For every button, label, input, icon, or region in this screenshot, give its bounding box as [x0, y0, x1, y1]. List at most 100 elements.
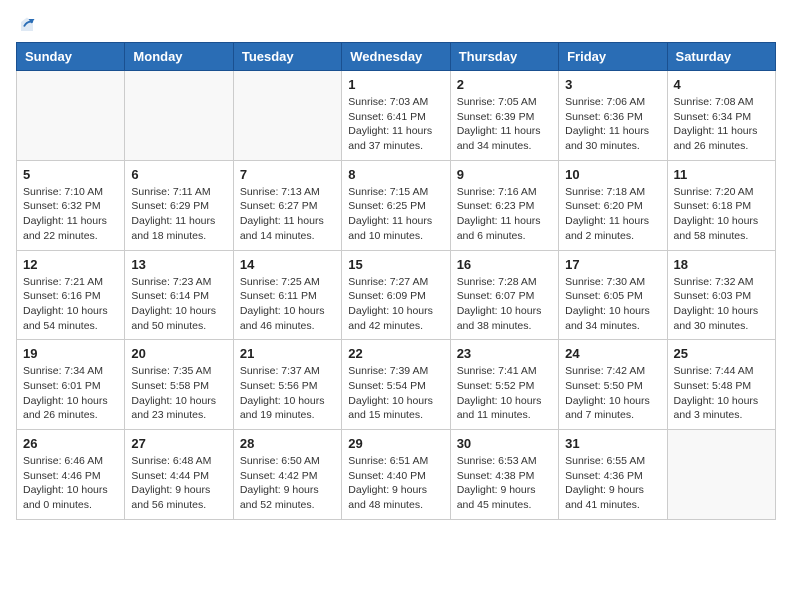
col-header-sunday: Sunday [17, 43, 125, 71]
calendar-cell: 25Sunrise: 7:44 AMSunset: 5:48 PMDayligh… [667, 340, 775, 430]
col-header-monday: Monday [125, 43, 233, 71]
col-header-friday: Friday [559, 43, 667, 71]
calendar-cell: 29 Sunrise: 6:51 AMSunset: 4:40 PMDayligh… [342, 430, 450, 520]
calendar-header-row: SundayMondayTuesdayWednesdayThursdayFrid… [17, 43, 776, 71]
calendar-cell [667, 430, 775, 520]
cell-info-text: Sunrise: 7:23 AMSunset: 6:14 PMDaylight:… [131, 275, 226, 334]
cell-info-text: Sunrise: 7:11 AMSunset: 6:29 PMDaylight:… [131, 185, 226, 244]
cell-date-number: 2 [457, 77, 552, 92]
calendar-cell: 30 Sunrise: 6:53 AMSunset: 4:38 PMDayligh… [450, 430, 558, 520]
calendar-week-2: 5 Sunrise: 7:10 AMSunset: 6:32 PMDaylight… [17, 160, 776, 250]
cell-info-text: Sunrise: 7:37 AMSunset: 5:56 PMDaylight:… [240, 364, 335, 423]
calendar-table: SundayMondayTuesdayWednesdayThursdayFrid… [16, 42, 776, 520]
cell-info-text: Sunrise: 7:44 AMSunset: 5:48 PMDaylight:… [674, 364, 769, 423]
cell-date-number: 30 [457, 436, 552, 451]
cell-date-number: 24 [565, 346, 660, 361]
cell-info-text: Sunrise: 7:39 AMSunset: 5:54 PMDaylight:… [348, 364, 443, 423]
cell-date-number: 4 [674, 77, 769, 92]
calendar-cell: 28 Sunrise: 6:50 AMSunset: 4:42 PMDayligh… [233, 430, 341, 520]
cell-info-text: Sunrise: 7:05 AMSunset: 6:39 PMDaylight:… [457, 95, 552, 154]
cell-date-number: 14 [240, 257, 335, 272]
calendar-cell [17, 71, 125, 161]
cell-date-number: 11 [674, 167, 769, 182]
cell-date-number: 21 [240, 346, 335, 361]
calendar-cell: 11 Sunrise: 7:20 AMSunset: 6:18 PMDayligh… [667, 160, 775, 250]
cell-date-number: 26 [23, 436, 118, 451]
calendar-cell: 19Sunrise: 7:34 AMSunset: 6:01 PMDayligh… [17, 340, 125, 430]
logo [16, 16, 36, 34]
cell-info-text: Sunrise: 7:42 AMSunset: 5:50 PMDaylight:… [565, 364, 660, 423]
cell-date-number: 23 [457, 346, 552, 361]
cell-date-number: 18 [674, 257, 769, 272]
cell-date-number: 15 [348, 257, 443, 272]
cell-info-text: Sunrise: 6:50 AMSunset: 4:42 PMDaylight:… [240, 454, 335, 513]
cell-date-number: 6 [131, 167, 226, 182]
calendar-week-4: 19Sunrise: 7:34 AMSunset: 6:01 PMDayligh… [17, 340, 776, 430]
calendar-cell: 2 Sunrise: 7:05 AMSunset: 6:39 PMDaylight… [450, 71, 558, 161]
cell-info-text: Sunrise: 7:13 AMSunset: 6:27 PMDaylight:… [240, 185, 335, 244]
col-header-saturday: Saturday [667, 43, 775, 71]
calendar-cell: 15 Sunrise: 7:27 AMSunset: 6:09 PMDayligh… [342, 250, 450, 340]
cell-info-text: Sunrise: 7:06 AMSunset: 6:36 PMDaylight:… [565, 95, 660, 154]
page-header [16, 16, 776, 34]
col-header-tuesday: Tuesday [233, 43, 341, 71]
cell-date-number: 28 [240, 436, 335, 451]
cell-date-number: 22 [348, 346, 443, 361]
cell-info-text: Sunrise: 7:21 AMSunset: 6:16 PMDaylight:… [23, 275, 118, 334]
cell-info-text: Sunrise: 7:20 AMSunset: 6:18 PMDaylight:… [674, 185, 769, 244]
cell-date-number: 27 [131, 436, 226, 451]
calendar-cell: 1 Sunrise: 7:03 AMSunset: 6:41 PMDaylight… [342, 71, 450, 161]
cell-date-number: 9 [457, 167, 552, 182]
cell-date-number: 7 [240, 167, 335, 182]
calendar-cell: 26 Sunrise: 6:46 AMSunset: 4:46 PMDayligh… [17, 430, 125, 520]
cell-date-number: 17 [565, 257, 660, 272]
cell-info-text: Sunrise: 7:30 AMSunset: 6:05 PMDaylight:… [565, 275, 660, 334]
calendar-cell: 18Sunrise: 7:32 AMSunset: 6:03 PMDayligh… [667, 250, 775, 340]
calendar-cell: 10Sunrise: 7:18 AMSunset: 6:20 PMDayligh… [559, 160, 667, 250]
calendar-cell: 6 Sunrise: 7:11 AMSunset: 6:29 PMDaylight… [125, 160, 233, 250]
calendar-week-3: 12 Sunrise: 7:21 AMSunset: 6:16 PMDayligh… [17, 250, 776, 340]
calendar-cell: 3 Sunrise: 7:06 AMSunset: 6:36 PMDaylight… [559, 71, 667, 161]
cell-info-text: Sunrise: 7:27 AMSunset: 6:09 PMDaylight:… [348, 275, 443, 334]
cell-date-number: 29 [348, 436, 443, 451]
cell-info-text: Sunrise: 7:15 AMSunset: 6:25 PMDaylight:… [348, 185, 443, 244]
calendar-cell: 22 Sunrise: 7:39 AMSunset: 5:54 PMDayligh… [342, 340, 450, 430]
cell-date-number: 13 [131, 257, 226, 272]
calendar-cell: 27Sunrise: 6:48 AMSunset: 4:44 PMDayligh… [125, 430, 233, 520]
logo-icon [18, 16, 36, 34]
calendar-cell: 4 Sunrise: 7:08 AMSunset: 6:34 PMDaylight… [667, 71, 775, 161]
cell-date-number: 8 [348, 167, 443, 182]
cell-info-text: Sunrise: 7:25 AMSunset: 6:11 PMDaylight:… [240, 275, 335, 334]
cell-info-text: Sunrise: 7:16 AMSunset: 6:23 PMDaylight:… [457, 185, 552, 244]
cell-info-text: Sunrise: 6:51 AMSunset: 4:40 PMDaylight:… [348, 454, 443, 513]
cell-date-number: 10 [565, 167, 660, 182]
cell-date-number: 3 [565, 77, 660, 92]
cell-info-text: Sunrise: 7:28 AMSunset: 6:07 PMDaylight:… [457, 275, 552, 334]
cell-info-text: Sunrise: 7:35 AMSunset: 5:58 PMDaylight:… [131, 364, 226, 423]
calendar-cell [125, 71, 233, 161]
calendar-cell: 5 Sunrise: 7:10 AMSunset: 6:32 PMDaylight… [17, 160, 125, 250]
cell-info-text: Sunrise: 7:10 AMSunset: 6:32 PMDaylight:… [23, 185, 118, 244]
calendar-cell: 8 Sunrise: 7:15 AMSunset: 6:25 PMDaylight… [342, 160, 450, 250]
cell-date-number: 1 [348, 77, 443, 92]
cell-info-text: Sunrise: 6:55 AMSunset: 4:36 PMDaylight:… [565, 454, 660, 513]
cell-info-text: Sunrise: 7:03 AMSunset: 6:41 PMDaylight:… [348, 95, 443, 154]
calendar-cell: 24 Sunrise: 7:42 AMSunset: 5:50 PMDayligh… [559, 340, 667, 430]
cell-info-text: Sunrise: 6:46 AMSunset: 4:46 PMDaylight:… [23, 454, 118, 513]
cell-info-text: Sunrise: 6:53 AMSunset: 4:38 PMDaylight:… [457, 454, 552, 513]
calendar-cell: 17 Sunrise: 7:30 AMSunset: 6:05 PMDayligh… [559, 250, 667, 340]
cell-info-text: Sunrise: 7:08 AMSunset: 6:34 PMDaylight:… [674, 95, 769, 154]
calendar-cell: 16Sunrise: 7:28 AMSunset: 6:07 PMDayligh… [450, 250, 558, 340]
cell-info-text: Sunrise: 7:41 AMSunset: 5:52 PMDaylight:… [457, 364, 552, 423]
cell-date-number: 31 [565, 436, 660, 451]
col-header-thursday: Thursday [450, 43, 558, 71]
calendar-cell: 21 Sunrise: 7:37 AMSunset: 5:56 PMDayligh… [233, 340, 341, 430]
cell-info-text: Sunrise: 7:34 AMSunset: 6:01 PMDaylight:… [23, 364, 118, 423]
calendar-week-5: 26 Sunrise: 6:46 AMSunset: 4:46 PMDayligh… [17, 430, 776, 520]
calendar-cell [233, 71, 341, 161]
cell-date-number: 12 [23, 257, 118, 272]
calendar-week-1: 1 Sunrise: 7:03 AMSunset: 6:41 PMDaylight… [17, 71, 776, 161]
cell-date-number: 20 [131, 346, 226, 361]
calendar-cell: 9 Sunrise: 7:16 AMSunset: 6:23 PMDaylight… [450, 160, 558, 250]
cell-date-number: 5 [23, 167, 118, 182]
